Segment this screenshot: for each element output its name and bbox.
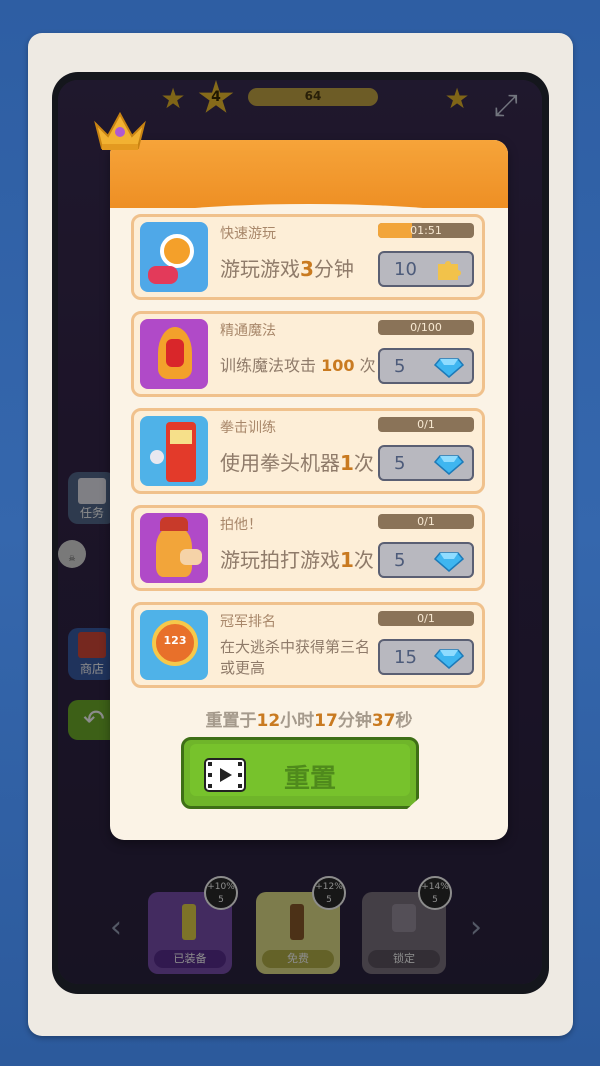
- task-title: 快速游玩: [220, 226, 276, 242]
- fire-figure-icon: [140, 319, 208, 389]
- task-progress: 0/1: [378, 417, 474, 432]
- reset-button[interactable]: 重置: [181, 737, 419, 809]
- task-progress: 0/1: [378, 514, 474, 529]
- task-card-slap: 拍他！ 游玩拍打游戏1次 0/1 5: [131, 505, 485, 591]
- task-description: 使用拳头机器1次: [220, 451, 374, 475]
- reward-amount: 5: [394, 453, 406, 474]
- task-title: 精通魔法: [220, 323, 276, 339]
- video-ad-icon: [204, 758, 246, 792]
- slap-character-icon: [140, 513, 208, 583]
- rank-medal-icon: 123: [140, 610, 208, 680]
- task-title: 冠军排名: [220, 614, 276, 630]
- task-description: 在大逃杀中获得第三名或更高: [220, 638, 371, 677]
- reward-amount: 5: [394, 550, 406, 571]
- diamond-icon: [434, 552, 464, 572]
- task-progress: 01:51: [378, 223, 474, 238]
- reward-button[interactable]: 15: [378, 639, 474, 675]
- task-description: 训练魔法攻击 100 次: [220, 356, 376, 375]
- diamond-icon: [434, 358, 464, 378]
- reset-button-label: 重置: [284, 764, 337, 794]
- task-description: 游玩游戏3分钟: [220, 257, 354, 281]
- reward-amount: 10: [394, 259, 417, 280]
- modal-header: [110, 140, 508, 226]
- reward-amount: 15: [394, 647, 417, 668]
- task-progress: 0/100: [378, 320, 474, 335]
- reward-button[interactable]: 5: [378, 542, 474, 578]
- task-card-champion-rank: 123 冠军排名 在大逃杀中获得第三名或更高 0/1 15: [131, 602, 485, 688]
- reward-button[interactable]: 5: [378, 348, 474, 384]
- task-card-boxing-training: 拳击训练 使用拳头机器1次 0/1 5: [131, 408, 485, 494]
- stopwatch-icon: [140, 222, 208, 292]
- reward-amount: 5: [394, 356, 406, 377]
- reward-button[interactable]: 5: [378, 445, 474, 481]
- crown-icon: [94, 111, 146, 150]
- reset-timer-text: 重置于12小时17分钟37秒: [205, 711, 413, 731]
- diamond-icon: [434, 455, 464, 475]
- diamond-icon: [434, 649, 464, 669]
- task-card-quick-play: 快速游玩 游玩游戏3分钟 01:51 10: [131, 214, 485, 300]
- task-description: 游玩拍打游戏1次: [220, 548, 374, 572]
- punch-machine-icon: [140, 416, 208, 486]
- task-title: 拍他！: [220, 517, 262, 533]
- task-title: 拳击训练: [220, 420, 276, 436]
- task-progress: 0/1: [378, 611, 474, 626]
- reward-button[interactable]: 10: [378, 251, 474, 287]
- puzzle-icon: [438, 261, 461, 280]
- task-card-master-magic: 精通魔法 训练魔法攻击 100 次 0/100 5: [131, 311, 485, 397]
